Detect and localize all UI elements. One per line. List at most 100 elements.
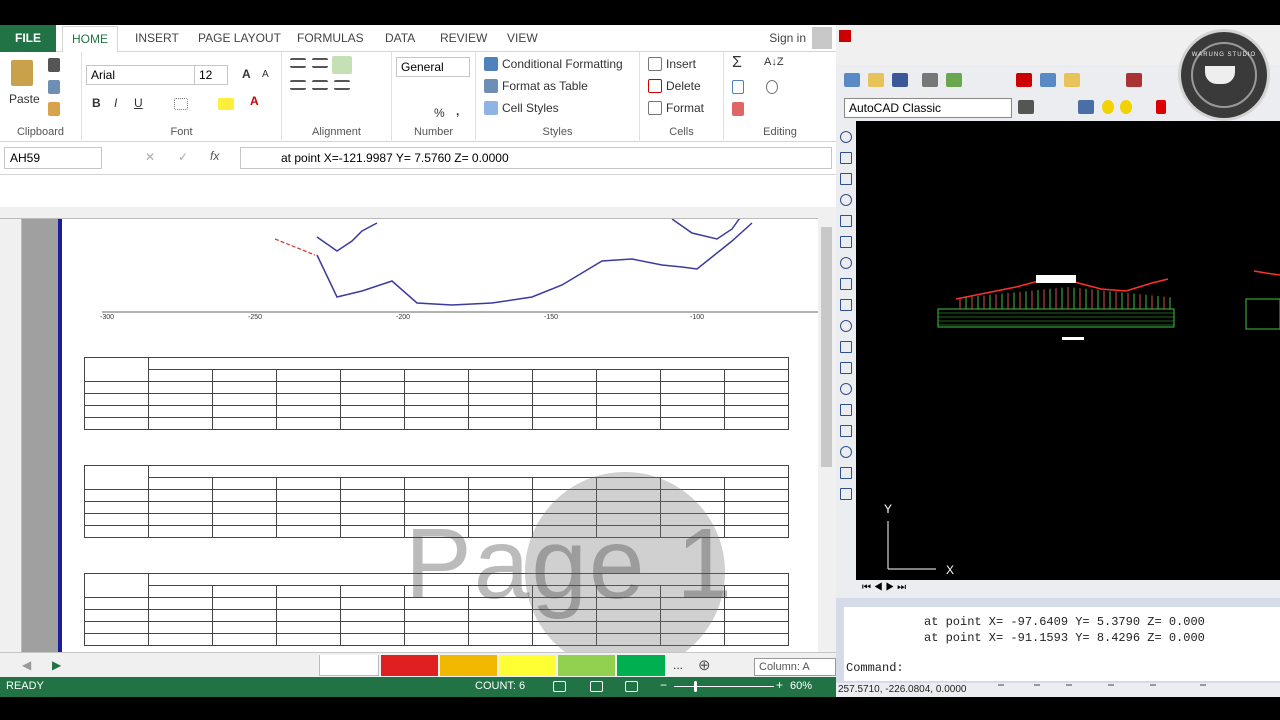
value-cell[interactable]	[276, 381, 341, 394]
value-cell[interactable]	[148, 621, 213, 634]
point-number-cell[interactable]	[148, 369, 213, 382]
value-cell[interactable]	[276, 501, 341, 514]
value-cell[interactable]	[596, 381, 661, 394]
point-number-cell[interactable]	[404, 369, 469, 382]
model-space-viewport[interactable]: XY	[856, 121, 1280, 580]
tab-file[interactable]: FILE	[0, 25, 56, 52]
value-cell[interactable]	[148, 417, 213, 430]
clear-icon[interactable]	[732, 102, 744, 116]
vertical-scrollbar[interactable]	[818, 207, 836, 652]
undo-icon[interactable]	[1126, 73, 1142, 87]
underline-button[interactable]: U	[134, 96, 143, 110]
value-cell[interactable]	[148, 525, 213, 538]
name-box[interactable]: AH59	[4, 147, 102, 169]
value-cell[interactable]	[404, 633, 469, 646]
value-cell[interactable]	[340, 489, 405, 502]
row-label-cell[interactable]	[84, 501, 149, 514]
value-cell[interactable]	[276, 597, 341, 610]
zoom-level[interactable]: 60%	[790, 680, 812, 692]
value-cell[interactable]	[468, 405, 533, 418]
tab-scroll-left-icon[interactable]: ◀	[22, 658, 31, 672]
draw-tool-icon[interactable]	[840, 446, 852, 458]
drafting-toggle[interactable]	[1066, 684, 1072, 686]
value-cell[interactable]	[468, 621, 533, 634]
align-center-icon[interactable]	[312, 80, 328, 90]
value-cell[interactable]	[532, 381, 597, 394]
point-number-cell[interactable]	[212, 477, 277, 490]
layer-on-icon[interactable]	[1102, 100, 1114, 114]
value-cell[interactable]	[340, 501, 405, 514]
shrink-font-icon[interactable]: A	[262, 69, 269, 80]
value-cell[interactable]	[660, 405, 725, 418]
sheet-tab[interactable]	[617, 655, 665, 676]
value-cell[interactable]	[148, 405, 213, 418]
signin-link[interactable]: Sign in	[769, 31, 806, 45]
value-cell[interactable]	[340, 513, 405, 526]
value-cell[interactable]	[212, 393, 277, 406]
font-family-select[interactable]: Arial	[86, 65, 196, 85]
sheet-tab[interactable]	[381, 655, 438, 676]
point-number-cell[interactable]	[212, 585, 277, 598]
value-cell[interactable]	[596, 393, 661, 406]
value-cell[interactable]	[212, 525, 277, 538]
zoom-slider-thumb[interactable]	[694, 681, 697, 692]
value-cell[interactable]	[276, 525, 341, 538]
value-cell[interactable]	[724, 525, 789, 538]
draw-tool-icon[interactable]	[840, 131, 852, 143]
value-cell[interactable]	[340, 381, 405, 394]
value-cell[interactable]	[340, 621, 405, 634]
row-label-cell[interactable]	[84, 489, 149, 502]
workspace-select[interactable]: AutoCAD Classic	[844, 98, 1012, 118]
value-cell[interactable]	[340, 633, 405, 646]
value-cell[interactable]	[340, 597, 405, 610]
layout-nav-icon[interactable]: ⏮ ◀ ▶ ⏭	[862, 582, 906, 593]
point-number-cell[interactable]	[724, 585, 789, 598]
point-number-cell[interactable]	[340, 477, 405, 490]
value-cell[interactable]	[468, 393, 533, 406]
sheet-tab[interactable]	[499, 655, 556, 676]
value-cell[interactable]	[404, 393, 469, 406]
value-cell[interactable]	[404, 489, 469, 502]
value-cell[interactable]	[404, 405, 469, 418]
point-number-cell[interactable]	[276, 477, 341, 490]
drafting-toggle[interactable]	[998, 684, 1004, 686]
row-label-cell[interactable]	[84, 633, 149, 646]
cell-styles-button[interactable]: Cell Styles	[502, 101, 559, 115]
more-sheets-button[interactable]: ...	[673, 658, 683, 672]
drafting-toggle[interactable]	[1150, 684, 1156, 686]
value-cell[interactable]	[468, 381, 533, 394]
align-left-icon[interactable]	[290, 80, 306, 90]
tab-home[interactable]: HOME	[62, 26, 118, 53]
value-cell[interactable]	[596, 417, 661, 430]
value-cell[interactable]	[724, 381, 789, 394]
point-number-cell[interactable]	[212, 369, 277, 382]
value-cell[interactable]	[212, 489, 277, 502]
tab-page-layout[interactable]: PAGE LAYOUT	[198, 31, 281, 45]
value-cell[interactable]	[148, 633, 213, 646]
value-cell[interactable]	[276, 513, 341, 526]
drafting-toggle[interactable]	[1034, 684, 1040, 686]
point-number-cell[interactable]	[532, 369, 597, 382]
tab-insert[interactable]: INSERT	[135, 31, 179, 45]
draw-tool-icon[interactable]	[840, 404, 852, 416]
percent-button[interactable]: %	[434, 106, 445, 120]
value-cell[interactable]	[404, 621, 469, 634]
value-cell[interactable]	[276, 417, 341, 430]
draw-tool-icon[interactable]	[840, 425, 852, 437]
value-cell[interactable]	[660, 393, 725, 406]
worksheet-grid[interactable]: -300 -250 -200 -150 -100 Page 1	[0, 207, 818, 675]
value-cell[interactable]	[212, 633, 277, 646]
delete-cells-button[interactable]: Delete	[666, 79, 701, 93]
page-break-view-icon[interactable]	[625, 681, 638, 692]
value-cell[interactable]	[276, 393, 341, 406]
row-label-cell[interactable]	[84, 405, 149, 418]
row-label-cell[interactable]	[84, 417, 149, 430]
drafting-toggle[interactable]	[1200, 684, 1206, 686]
value-cell[interactable]	[724, 597, 789, 610]
layer-freeze-icon[interactable]	[1120, 100, 1132, 114]
value-cell[interactable]	[276, 489, 341, 502]
draw-tool-icon[interactable]	[840, 299, 852, 311]
value-cell[interactable]	[340, 417, 405, 430]
value-cell[interactable]	[724, 621, 789, 634]
avatar[interactable]	[812, 27, 832, 49]
